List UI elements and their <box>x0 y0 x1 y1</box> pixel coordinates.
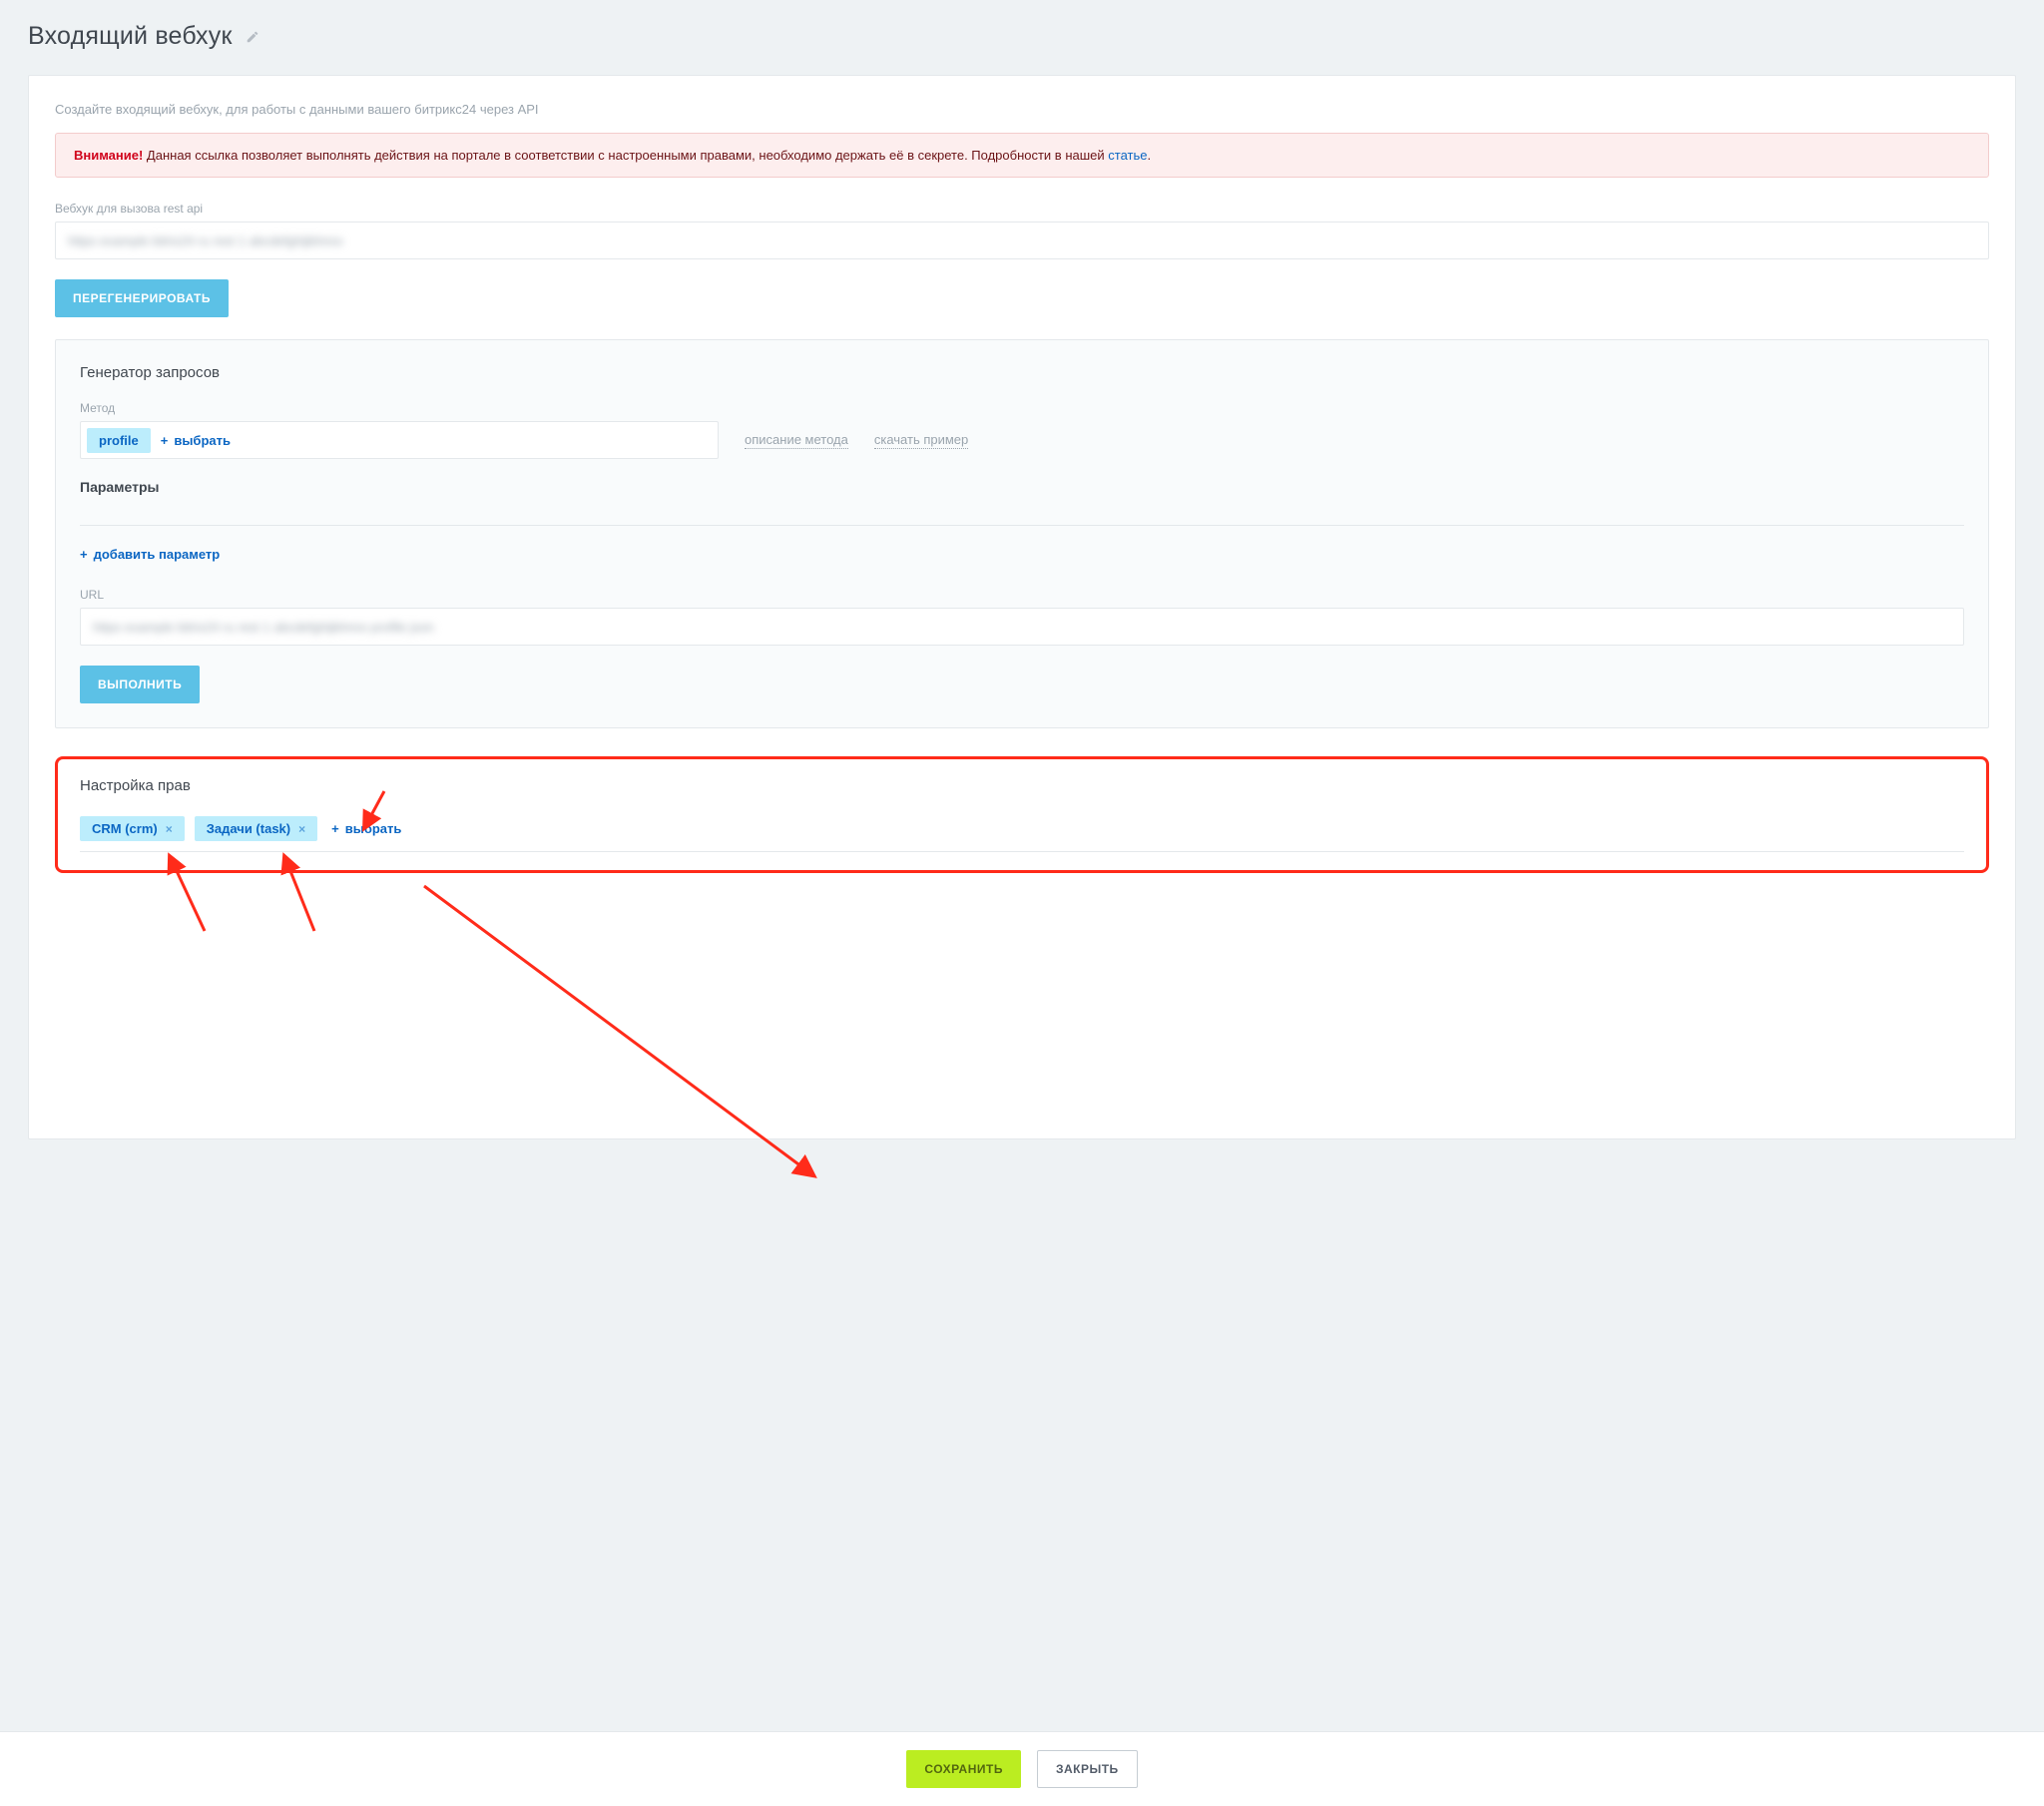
add-param-link[interactable]: + добавить параметр <box>80 547 220 562</box>
page-title: Входящий вебхук <box>28 22 2016 51</box>
close-button[interactable]: ЗАКРЫТЬ <box>1037 1750 1138 1788</box>
execute-button[interactable]: ВЫПОЛНИТЬ <box>80 666 200 703</box>
rights-heading: Настройка прав <box>80 777 1964 794</box>
footer-bar: СОХРАНИТЬ ЗАКРЫТЬ <box>0 1731 2044 1806</box>
regenerate-button[interactable]: ПЕРЕГЕНЕРИРОВАТЬ <box>55 279 229 317</box>
alert-link[interactable]: статье <box>1108 148 1147 163</box>
rights-chip-task-label: Задачи (task) <box>207 821 290 836</box>
webhook-url-masked: https example bitrix24 ru rest 1 abcdefg… <box>68 233 342 248</box>
rights-select-link[interactable]: + выбрать <box>331 821 401 836</box>
main-panel: Создайте входящий вебхук, для работы с д… <box>28 75 2016 1139</box>
rights-chip-crm[interactable]: CRM (crm) × <box>80 816 185 841</box>
download-example-link[interactable]: скачать пример <box>874 432 968 449</box>
page-title-text: Входящий вебхук <box>28 22 233 50</box>
method-chip[interactable]: profile <box>87 428 151 453</box>
method-description-link[interactable]: описание метода <box>745 432 848 449</box>
add-param-label: добавить параметр <box>94 547 221 562</box>
params-heading: Параметры <box>80 479 1964 495</box>
method-select-link[interactable]: + выбрать <box>161 433 231 448</box>
rights-panel: Настройка прав CRM (crm) × Задачи (task)… <box>55 756 1989 873</box>
rights-chip-task[interactable]: Задачи (task) × <box>195 816 317 841</box>
rights-select-label: выбрать <box>345 821 402 836</box>
plus-icon: + <box>331 821 339 836</box>
webhook-label: Вебхук для вызова rest api <box>55 202 1989 216</box>
close-icon[interactable]: × <box>298 822 305 836</box>
edit-icon[interactable] <box>246 22 259 51</box>
method-select-label: выбрать <box>174 433 231 448</box>
method-input[interactable]: profile + выбрать <box>80 421 719 459</box>
method-label: Метод <box>80 401 1964 415</box>
url-label: URL <box>80 588 1964 602</box>
save-button[interactable]: СОХРАНИТЬ <box>906 1750 1021 1788</box>
method-chip-label: profile <box>99 433 139 448</box>
rights-chip-row: CRM (crm) × Задачи (task) × + выбрать <box>80 810 1964 852</box>
generator-heading: Генератор запросов <box>80 364 1964 381</box>
alert-tail: . <box>1148 148 1152 163</box>
rights-chip-crm-label: CRM (crm) <box>92 821 158 836</box>
plus-icon: + <box>161 433 169 448</box>
alert-body: Данная ссылка позволяет выполнять действ… <box>143 148 1108 163</box>
divider <box>80 525 1964 526</box>
plus-icon: + <box>80 547 88 562</box>
url-masked: https example bitrix24 ru rest 1 abcdefg… <box>93 620 434 635</box>
close-icon[interactable]: × <box>166 822 173 836</box>
generator-panel: Генератор запросов Метод profile + выбра… <box>55 339 1989 728</box>
url-field[interactable]: https example bitrix24 ru rest 1 abcdefg… <box>80 608 1964 646</box>
webhook-url-field[interactable]: https example bitrix24 ru rest 1 abcdefg… <box>55 222 1989 259</box>
intro-text: Создайте входящий вебхук, для работы с д… <box>55 102 1989 117</box>
warning-alert: Внимание! Данная ссылка позволяет выполн… <box>55 133 1989 178</box>
alert-strong: Внимание! <box>74 148 143 163</box>
